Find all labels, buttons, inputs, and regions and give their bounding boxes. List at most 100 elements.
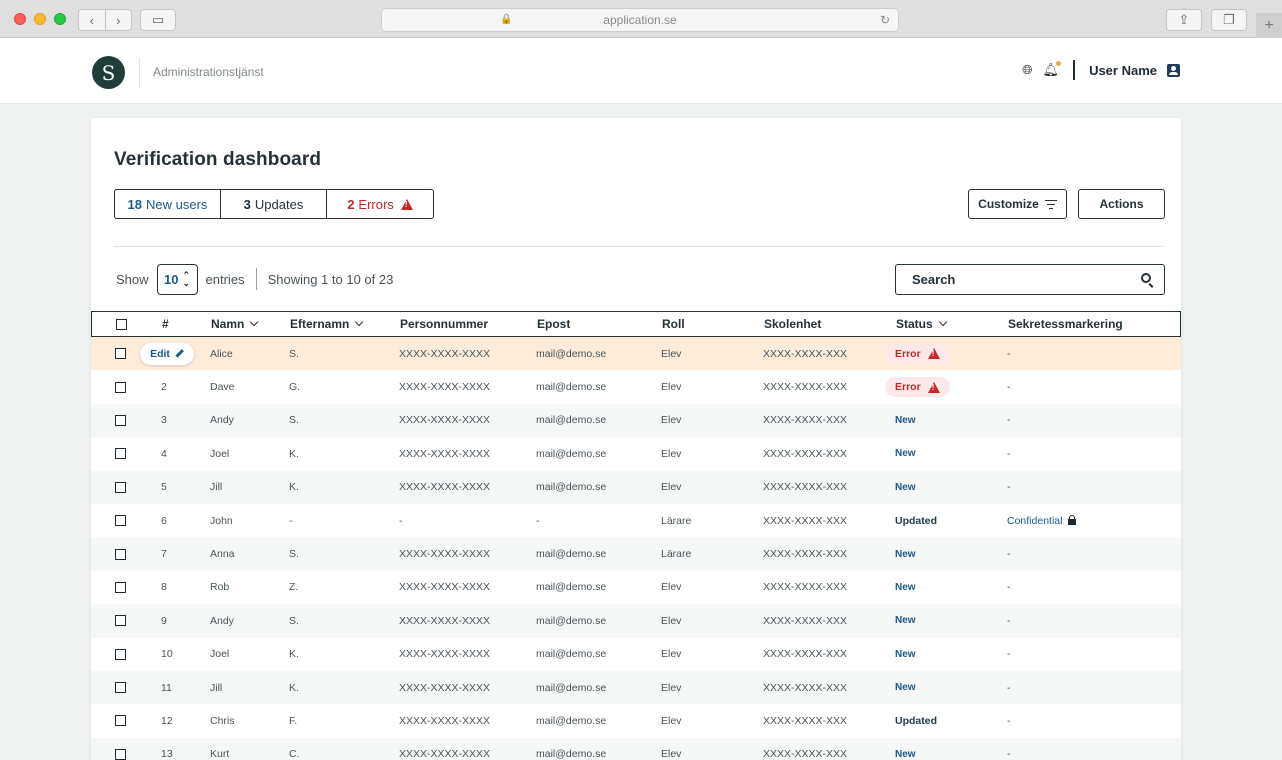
cell-skolenhet: XXXX-XXXX-XXX xyxy=(763,581,848,594)
cell-lastname: S. xyxy=(289,414,299,427)
cell-epost: mail@demo.se xyxy=(536,714,607,727)
zoom-window-button[interactable] xyxy=(54,13,66,25)
row-checkbox[interactable] xyxy=(115,748,126,760)
cell-sekretess: - xyxy=(1007,681,1011,694)
new-users-count: 18 xyxy=(127,196,143,212)
row-checkbox[interactable] xyxy=(115,581,126,593)
cell-roll: Elev xyxy=(661,481,682,494)
filter-updates[interactable]: 3 Updates xyxy=(221,190,327,218)
table-row[interactable]: 6 John - - - Lärare XXXX-XXXX-XXX Updated Confid… xyxy=(91,504,1181,537)
page-title: Verification dashboard xyxy=(114,149,322,170)
new-tab-button[interactable]: + xyxy=(1256,13,1282,38)
status-badge: New xyxy=(895,448,916,460)
address-bar[interactable]: 🔒 application.se ↻ xyxy=(381,8,899,32)
close-window-button[interactable] xyxy=(14,13,26,25)
table-row[interactable]: 8 Rob Z. XXXX-XXXX-XXXX mail@demo.se Elev XXXX… xyxy=(91,571,1181,604)
table-row[interactable]: 2 Dave G. XXXX-XXXX-XXXX mail@demo.se Elev XXX… xyxy=(91,370,1181,403)
table-row[interactable]: 10 Joel K. XXXX-XXXX-XXXX mail@demo.se Elev XX… xyxy=(91,638,1181,671)
row-checkbox[interactable] xyxy=(115,515,126,527)
row-checkbox[interactable] xyxy=(115,381,126,393)
col-roll: Roll xyxy=(662,317,685,331)
cell-num: 9 xyxy=(161,614,167,627)
cell-roll: Elev xyxy=(661,414,682,427)
table-row[interactable]: 4 Joel K. XXXX-XXXX-XXXX mail@demo.se Elev XXX… xyxy=(91,437,1181,470)
cell-num: 6 xyxy=(161,514,167,527)
cell-personnummer: XXXX-XXXX-XXXX xyxy=(399,481,491,494)
table-row[interactable]: 13 Kurt C. XXXX-XXXX-XXXX mail@demo.se Elev XX… xyxy=(91,737,1181,760)
tabs-overview-button[interactable]: ❐ xyxy=(1211,9,1247,31)
row-checkbox[interactable] xyxy=(115,715,126,727)
filter-new-users[interactable]: 18 New users xyxy=(115,190,221,218)
table-row[interactable]: 11 Jill K. XXXX-XXXX-XXXX mail@demo.se Elev XX… xyxy=(91,670,1181,705)
col-name[interactable]: Namn xyxy=(211,317,259,331)
col-personnummer: Personnummer xyxy=(400,317,489,331)
row-checkbox[interactable] xyxy=(115,448,126,460)
cell-lastname: Z. xyxy=(289,581,299,594)
user-profile-icon[interactable] xyxy=(1167,63,1180,77)
status-badge[interactable]: Error xyxy=(885,343,950,364)
table-row[interactable]: 5 Jill K. XXXX-XXXX-XXXX mail@demo.se Elev XXX… xyxy=(91,470,1181,504)
row-checkbox[interactable] xyxy=(115,481,126,493)
reload-icon[interactable]: ↻ xyxy=(880,13,890,27)
cell-lastname: S. xyxy=(289,347,299,360)
col-status[interactable]: Status xyxy=(896,317,947,331)
cell-sekretess: Confidential xyxy=(1007,514,1077,527)
entries-separator xyxy=(255,268,257,290)
cell-sekretess: - xyxy=(1007,347,1011,360)
share-button[interactable]: ⇪ xyxy=(1166,9,1202,31)
showing-info: Showing 1 to 10 of 23 xyxy=(267,271,394,287)
cell-sekretess: - xyxy=(1007,614,1011,627)
table-row[interactable]: 7 Anna S. XXXX-XXXX-XXXX mail@demo.se Lärare X… xyxy=(91,537,1181,571)
logo[interactable]: S xyxy=(92,56,125,89)
cell-epost: mail@demo.se xyxy=(536,681,607,694)
sidebar-toggle-button[interactable]: ▭ xyxy=(140,9,176,31)
pencil-icon xyxy=(175,349,184,358)
status-badge: New xyxy=(895,748,916,760)
minimize-window-button[interactable] xyxy=(34,13,46,25)
row-checkbox[interactable] xyxy=(115,648,126,660)
status-badge[interactable]: Error xyxy=(885,377,950,398)
back-icon[interactable]: ‹ xyxy=(79,13,105,28)
table-row[interactable]: 9 Andy S. XXXX-XXXX-XXXX mail@demo.se Elev XXX… xyxy=(91,604,1181,638)
cell-lastname: C. xyxy=(289,748,300,760)
row-checkbox[interactable] xyxy=(115,615,126,627)
row-checkbox[interactable] xyxy=(115,348,126,360)
customize-button[interactable]: Customize xyxy=(968,189,1067,219)
search-icon[interactable] xyxy=(1141,273,1151,283)
actions-button[interactable]: Actions xyxy=(1078,189,1165,219)
cell-roll: Elev xyxy=(661,581,682,594)
cell-num: 4 xyxy=(161,447,167,460)
forward-icon[interactable]: › xyxy=(105,13,131,28)
cell-num: 8 xyxy=(161,581,167,594)
select-all-checkbox[interactable] xyxy=(116,318,127,330)
table-row[interactable]: 12 Chris F. XXXX-XXXX-XXXX mail@demo.se Elev X… xyxy=(91,704,1181,737)
row-checkbox[interactable] xyxy=(115,548,126,560)
status-badge: New xyxy=(895,615,916,627)
entries-per-page-select[interactable]: 10 ⌃ ⌄ xyxy=(156,263,198,295)
cell-personnummer: XXXX-XXXX-XXXX xyxy=(399,548,491,561)
search-input[interactable]: Search xyxy=(895,264,1165,295)
status-badge: New xyxy=(895,682,916,694)
status-badge: Updated xyxy=(895,514,937,527)
cell-skolenhet: XXXX-XXXX-XXX xyxy=(763,481,848,494)
user-name[interactable]: User Name xyxy=(1089,63,1157,78)
filter-errors[interactable]: 2 Errors xyxy=(327,190,433,218)
cell-personnummer: XXXX-XXXX-XXXX xyxy=(399,714,491,727)
table-row[interactable]: Edit Alice S. XXXX-XXXX-XXXX mail@demo.se Ele… xyxy=(91,337,1181,371)
cell-skolenhet: XXXX-XXXX-XXX xyxy=(763,347,848,360)
edit-row-button[interactable]: Edit xyxy=(140,342,194,365)
summary-filter-group: 18 New users 3 Updates 2 Errors xyxy=(114,189,434,219)
row-checkbox[interactable] xyxy=(115,414,126,426)
edit-label: Edit xyxy=(150,347,170,360)
customize-label: Customize xyxy=(978,197,1039,211)
globe-icon[interactable]: 🌐︎ xyxy=(1022,62,1032,78)
cell-sekretess: - xyxy=(1007,648,1011,661)
cell-sekretess: - xyxy=(1007,748,1011,760)
col-lastname[interactable]: Efternamn xyxy=(290,317,364,331)
table-row[interactable]: 3 Andy S. XXXX-XXXX-XXXX mail@demo.se Elev XXX… xyxy=(91,403,1181,438)
row-checkbox[interactable] xyxy=(115,682,126,694)
warning-icon xyxy=(927,381,940,393)
nav-buttons: ‹ › xyxy=(78,9,132,31)
cell-skolenhet: XXXX-XXXX-XXX xyxy=(763,714,848,727)
bell-icon[interactable]: 🔔︎ xyxy=(1043,61,1062,78)
